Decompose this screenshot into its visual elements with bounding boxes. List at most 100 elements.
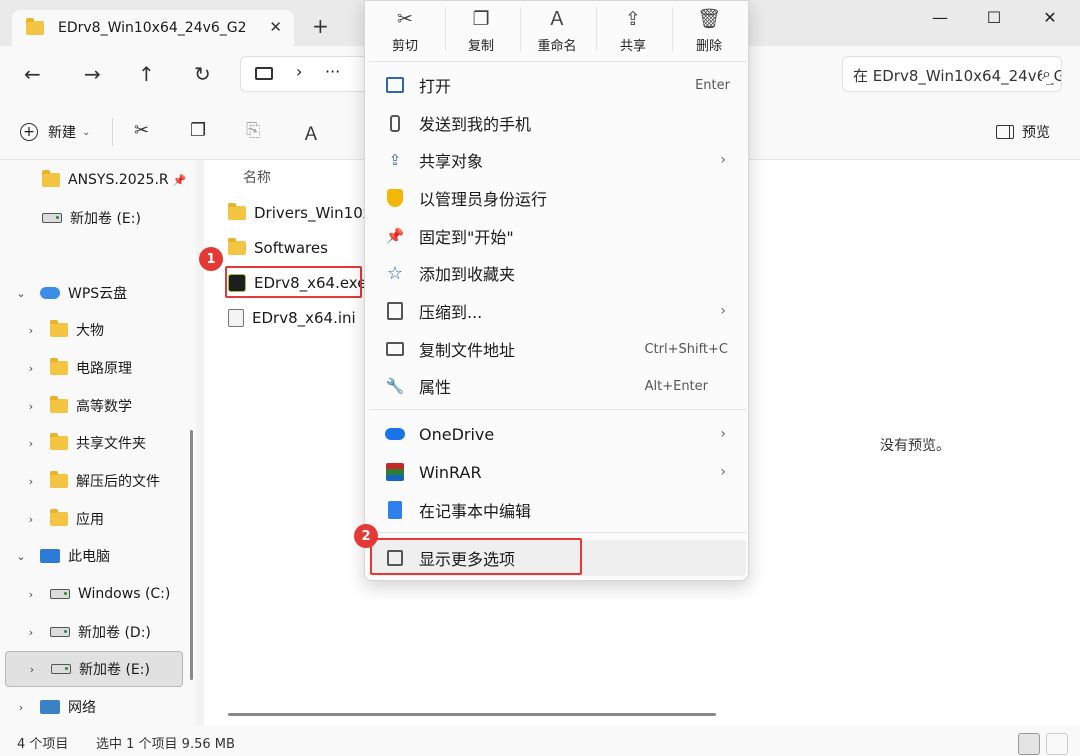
menu-separator bbox=[369, 61, 746, 62]
paste-icon[interactable]: ⎘ bbox=[246, 120, 260, 141]
share-icon: ⇪ bbox=[388, 151, 402, 169]
rename-label: 重命名 bbox=[537, 39, 577, 54]
drive-icon bbox=[42, 213, 62, 223]
sidebar-item-dawu[interactable]: › 大物 bbox=[0, 312, 190, 348]
menu-item-properties[interactable]: 🔧 属性 Alt+Enter bbox=[369, 368, 746, 404]
network-icon bbox=[40, 700, 60, 714]
copy-button[interactable]: ❐ 复制 bbox=[443, 1, 519, 57]
sidebar-item-drive-e[interactable]: › 新加卷 (E:) bbox=[5, 651, 183, 687]
menu-item-pin-to-start[interactable]: 📌 固定到"开始" bbox=[369, 218, 746, 254]
chevron-right-icon: › bbox=[720, 303, 726, 319]
menu-item-add-favorites[interactable]: ☆ 添加到收藏夹 bbox=[369, 255, 746, 291]
horizontal-scrollbar[interactable] bbox=[228, 713, 716, 716]
menu-item-onedrive[interactable]: OneDrive › bbox=[369, 416, 746, 452]
menu-item-label: 属性 bbox=[419, 378, 452, 397]
sidebar-item-drive-c[interactable]: › Windows (C:) bbox=[0, 576, 190, 612]
sidebar-item-label: 应用 bbox=[76, 512, 104, 528]
folder-icon bbox=[50, 509, 68, 526]
chevron-right-icon[interactable]: › bbox=[24, 626, 38, 639]
chevron-down-icon[interactable]: ⌄ bbox=[14, 287, 28, 300]
menu-item-open[interactable]: 打开 Enter bbox=[369, 67, 746, 103]
copy-icon[interactable]: ❐ bbox=[190, 120, 206, 141]
back-button[interactable]: ← bbox=[24, 62, 41, 86]
minimize-button[interactable]: — bbox=[920, 8, 960, 32]
share-button[interactable]: ⇪ 共享 bbox=[595, 1, 671, 57]
new-tab-button[interactable]: + bbox=[312, 14, 329, 38]
folder-icon bbox=[26, 18, 44, 35]
refresh-button[interactable]: ↻ bbox=[194, 62, 211, 86]
tab-explorer[interactable]: EDrv8_Win10x64_24v6_G2 ✕ bbox=[12, 10, 294, 46]
preview-button[interactable]: 预览 bbox=[996, 122, 1050, 142]
sidebar-item-ansys[interactable]: ANSYS.2025.R 📌 bbox=[0, 162, 190, 198]
menu-separator bbox=[369, 532, 746, 533]
sidebar-item-apps[interactable]: › 应用 bbox=[0, 501, 190, 537]
settings-file-icon bbox=[228, 309, 244, 327]
sidebar-item-label: WPS云盘 bbox=[68, 286, 128, 302]
sidebar-scrollbar[interactable] bbox=[190, 430, 193, 680]
delete-button[interactable]: 🗑 删除 bbox=[671, 1, 747, 57]
chevron-right-icon[interactable]: › bbox=[24, 588, 38, 601]
chevron-right-icon[interactable]: › bbox=[24, 400, 38, 413]
sidebar-item-math[interactable]: › 高等数学 bbox=[0, 388, 190, 424]
menu-item-share-with[interactable]: ⇪ 共享对象 › bbox=[369, 142, 746, 178]
search-input[interactable]: 在 EDrv8_Win10x64_24v6_G2 中搜索 bbox=[853, 65, 1061, 86]
chevron-right-icon: › bbox=[720, 426, 726, 442]
rename-button[interactable]: Ａ 重命名 bbox=[519, 1, 595, 57]
chevron-down-icon[interactable]: ⌄ bbox=[14, 550, 28, 563]
chevron-right-icon[interactable]: › bbox=[25, 663, 39, 676]
forward-button[interactable]: → bbox=[84, 62, 101, 86]
menu-item-notepad[interactable]: 在记事本中编辑 bbox=[369, 492, 746, 528]
search-box[interactable]: 在 EDrv8_Win10x64_24v6_G2 中搜索 ⌕ bbox=[842, 56, 1062, 92]
menu-item-label: 复制文件地址 bbox=[419, 341, 516, 360]
sidebar-item-label: 网络 bbox=[68, 700, 96, 716]
file-item-ini[interactable]: EDrv8_x64.ini bbox=[228, 303, 356, 333]
rename-icon: Ａ bbox=[547, 8, 567, 30]
menu-shortcut: Ctrl+Shift+C bbox=[644, 341, 728, 357]
cloud-icon bbox=[40, 287, 60, 299]
winrar-icon bbox=[385, 462, 405, 482]
menu-item-compress[interactable]: 压缩到... › bbox=[369, 293, 746, 329]
menu-item-winrar[interactable]: WinRAR › bbox=[369, 454, 746, 490]
sidebar-item-this-pc[interactable]: ⌄ 此电脑 bbox=[0, 538, 190, 574]
chevron-right-icon[interactable]: › bbox=[24, 475, 38, 488]
sidebar-item-drive-e-quick[interactable]: 新加卷 (E:) bbox=[0, 200, 190, 236]
cut-button[interactable]: ✂ 剪切 bbox=[367, 1, 443, 57]
rename-icon[interactable]: Ａ bbox=[302, 120, 320, 146]
folder-icon bbox=[228, 203, 246, 220]
copy-label: 复制 bbox=[467, 39, 494, 54]
up-button[interactable]: ↑ bbox=[138, 62, 155, 86]
sidebar-item-network[interactable]: › 网络 bbox=[0, 689, 190, 725]
menu-item-run-as-admin[interactable]: 以管理员身份运行 bbox=[369, 180, 746, 216]
tab-close-button[interactable]: ✕ bbox=[269, 18, 282, 36]
menu-item-copy-path[interactable]: 复制文件地址 Ctrl+Shift+C bbox=[369, 331, 746, 367]
sidebar-item-label: 高等数学 bbox=[76, 399, 132, 415]
sidebar-item-label: 解压后的文件 bbox=[76, 474, 160, 490]
chevron-right-icon[interactable]: › bbox=[14, 701, 28, 714]
close-window-button[interactable]: ✕ bbox=[1030, 8, 1070, 32]
tiles-view-button[interactable] bbox=[1046, 733, 1068, 755]
item-count: 4 个项目 bbox=[17, 737, 69, 752]
sidebar-item-extracted[interactable]: › 解压后的文件 bbox=[0, 463, 190, 499]
sidebar-item-wps-cloud[interactable]: ⌄ WPS云盘 bbox=[0, 275, 190, 311]
address-bar[interactable]: › ··· bbox=[240, 56, 370, 92]
file-item-softwares[interactable]: Softwares bbox=[228, 233, 328, 263]
cut-icon[interactable]: ✂ bbox=[134, 120, 149, 141]
details-view-button[interactable] bbox=[1018, 733, 1040, 755]
maximize-button[interactable]: ☐ bbox=[974, 8, 1014, 32]
chevron-right-icon[interactable]: › bbox=[24, 437, 38, 450]
new-button[interactable]: + 新建 ⌄ bbox=[20, 122, 90, 142]
navigation-pane: ANSYS.2025.R 📌 新加卷 (E:) ⌄ WPS云盘 › 大物 › 电… bbox=[0, 160, 196, 726]
sidebar-item-shared-folder[interactable]: › 共享文件夹 bbox=[0, 425, 190, 461]
chevron-right-icon[interactable]: › bbox=[24, 362, 38, 375]
menu-item-send-to-phone[interactable]: 发送到我的手机 bbox=[369, 105, 746, 141]
chevron-right-icon[interactable]: › bbox=[24, 513, 38, 526]
pin-icon: 📌 bbox=[172, 173, 187, 187]
sidebar-item-drive-d[interactable]: › 新加卷 (D:) bbox=[0, 614, 190, 650]
chevron-right-icon[interactable]: › bbox=[24, 324, 38, 337]
sidebar-item-label: 电路原理 bbox=[76, 361, 132, 377]
path-more-button[interactable]: ··· bbox=[325, 62, 340, 81]
sidebar-item-circuit[interactable]: › 电路原理 bbox=[0, 350, 190, 386]
tab-title: EDrv8_Win10x64_24v6_G2 bbox=[58, 20, 247, 36]
column-header-name[interactable]: 名称 bbox=[243, 167, 271, 187]
chevron-right-icon: › bbox=[720, 152, 726, 168]
